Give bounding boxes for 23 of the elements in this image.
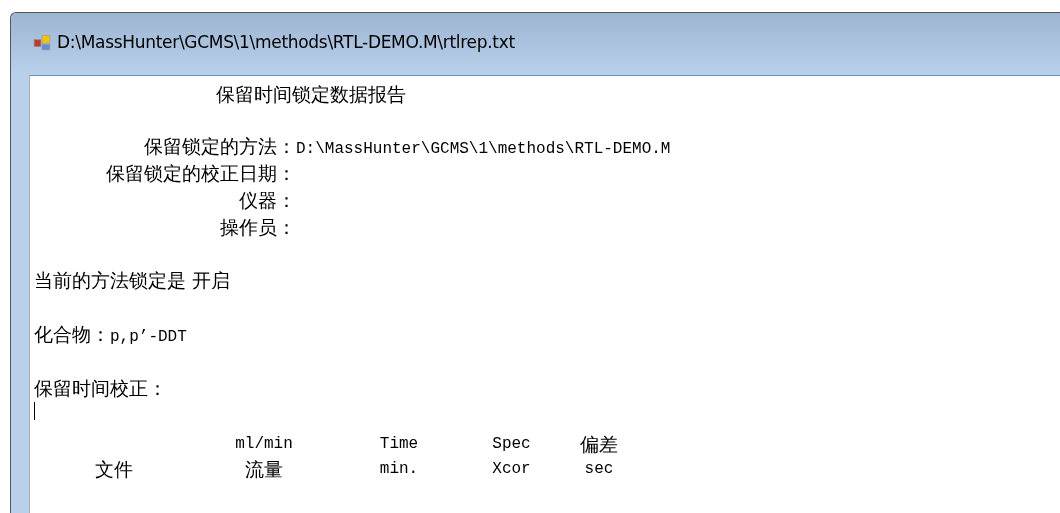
field-label: 保留锁定的校正日期： [105, 161, 296, 186]
report-heading: 保留时间锁定数据报告 [216, 83, 406, 105]
field-label: 保留锁定的方法： [143, 134, 296, 159]
column-header: 流量 [245, 457, 283, 482]
field-label: 操作员： [219, 215, 296, 240]
text-area[interactable]: 保留时间锁定数据报告 保留锁定的方法：D:\MassHunter\GCMS\1\methods\RTL-DEMO.M 保留锁定的校正日期： 仪器： 操作员： 当前的方法锁定是 开启 化合物：p,p’-DDT 保留时间校正： 文件 ml/min 流量 Time min. Spec Xcor 偏差 sec [29, 75, 1060, 513]
column-header: 偏差 [580, 432, 618, 456]
window-icon [33, 33, 51, 51]
compound-name: p,p’-DDT [110, 328, 187, 346]
column-header: Time [379, 434, 419, 455]
column-header: Spec [492, 434, 531, 455]
lock-status-text: 当前的方法锁定是 开启 [34, 269, 231, 291]
field-value: D:\MassHunter\GCMS\1\methods\RTL-DEMO.M [296, 140, 671, 158]
text-cursor [34, 402, 35, 420]
window-title: D:\MassHunter\GCMS\1\methods\RTL-DEMO.M\rtlrep.txt [57, 32, 515, 52]
section-label: 保留时间校正： [34, 377, 167, 399]
column-header: sec [584, 459, 614, 480]
column-header: min. [379, 459, 419, 480]
field-label: 仪器： [238, 188, 296, 213]
compound-label: 化合物： [34, 323, 110, 345]
column-header: ml/min [235, 434, 293, 455]
column-header: 文件 [95, 457, 133, 482]
column-header: Xcor [492, 459, 531, 480]
